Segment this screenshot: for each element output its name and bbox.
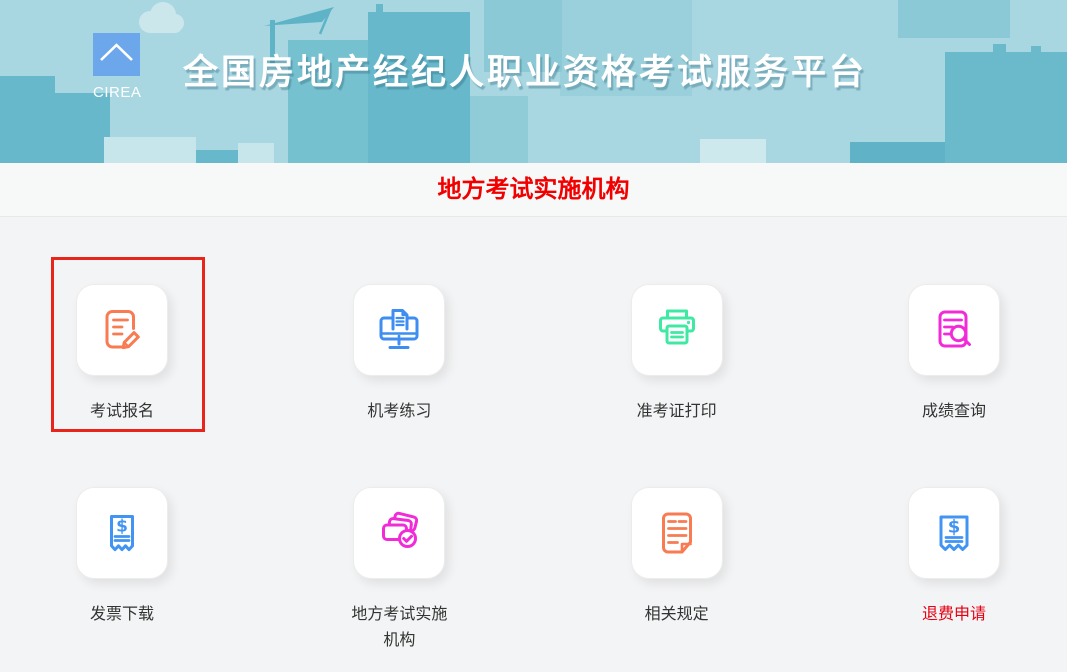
- card-label: 退费申请: [922, 602, 986, 628]
- monitor-document-icon: [353, 284, 445, 376]
- card-admission-ticket-print[interactable]: 准考证打印: [597, 284, 757, 425]
- services-row-2: $ 发票下载 地方考试实施机构: [42, 487, 1034, 654]
- card-computer-practice[interactable]: 机考练习: [319, 284, 479, 425]
- card-label: 考试报名: [90, 399, 154, 425]
- printer-icon: [631, 284, 723, 376]
- svg-text:$: $: [116, 517, 128, 537]
- card-exam-registration[interactable]: 考试报名: [42, 284, 202, 425]
- card-label: 发票下载: [90, 602, 154, 628]
- section-heading-bar: 地方考试实施机构: [0, 163, 1067, 217]
- card-label: 相关规定: [645, 602, 709, 628]
- receipt-dollar-icon: $: [908, 487, 1000, 579]
- card-refund-application[interactable]: $ 退费申请: [874, 487, 1034, 654]
- site-header: CIREA 全国房地产经纪人职业资格考试服务平台: [0, 0, 1067, 163]
- site-title: 全国房地产经纪人职业资格考试服务平台: [183, 44, 867, 95]
- section-heading: 地方考试实施机构: [0, 163, 1067, 217]
- card-score-query[interactable]: 成绩查询: [874, 284, 1034, 425]
- services-row-1: 考试报名 机考练习: [42, 284, 1034, 425]
- document-search-icon: [908, 284, 1000, 376]
- house-logo-icon: [93, 33, 140, 76]
- document-edit-icon: [76, 284, 168, 376]
- card-regulations[interactable]: 相关规定: [597, 487, 757, 654]
- card-invoice-download[interactable]: $ 发票下载: [42, 487, 202, 654]
- page: CIREA 全国房地产经纪人职业资格考试服务平台 地方考试实施机构 考试报名: [0, 0, 1067, 672]
- receipt-dollar-icon: $: [76, 487, 168, 579]
- card-label: 成绩查询: [922, 399, 986, 425]
- document-lines-icon: [631, 487, 723, 579]
- services-grid: 考试报名 机考练习: [0, 218, 1067, 672]
- card-label: 准考证打印: [637, 399, 717, 425]
- stacked-cards-check-icon: [353, 487, 445, 579]
- card-local-exam-agency[interactable]: 地方考试实施机构: [319, 487, 479, 654]
- site-logo[interactable]: CIREA: [93, 33, 153, 101]
- svg-text:$: $: [948, 517, 961, 538]
- card-label: 地方考试实施机构: [347, 602, 451, 654]
- logo-text: CIREA: [93, 84, 140, 101]
- card-label: 机考练习: [367, 399, 431, 425]
